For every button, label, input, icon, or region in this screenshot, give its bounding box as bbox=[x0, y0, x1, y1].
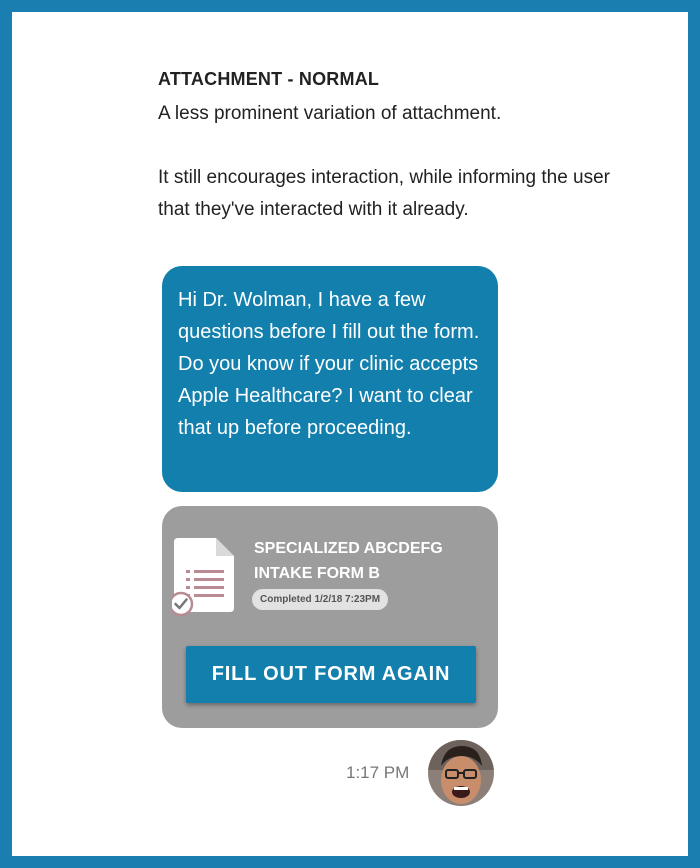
checkmark-icon bbox=[172, 591, 194, 617]
description-line-1: A less prominent variation of attachment… bbox=[158, 103, 502, 124]
section-description: A less prominent variation of attachment… bbox=[158, 98, 638, 226]
document-icon bbox=[172, 538, 234, 617]
avatar[interactable] bbox=[428, 740, 494, 806]
attachment-title: SPECIALIZED ABCDEFG INTAKE FORM B bbox=[254, 536, 484, 586]
message-bubble: Hi Dr. Wolman, I have a few questions be… bbox=[162, 266, 498, 492]
description-line-2: It still encourages interaction, while i… bbox=[158, 167, 611, 220]
attachment-card[interactable]: SPECIALIZED ABCDEFG INTAKE FORM B Comple… bbox=[162, 506, 498, 728]
fill-out-form-again-button[interactable]: FILL OUT FORM AGAIN bbox=[186, 646, 476, 703]
attachment-title-line-1: SPECIALIZED ABCDEFG bbox=[254, 540, 443, 557]
section-title: ATTACHMENT - NORMAL bbox=[158, 69, 380, 89]
status-badge: Completed 1/2/18 7:23PM bbox=[252, 589, 389, 610]
message-timestamp: 1:17 PM bbox=[346, 763, 410, 782]
attachment-title-line-2: INTAKE FORM B bbox=[254, 565, 380, 582]
screen-frame: ATTACHMENT - NORMAL A less prominent var… bbox=[12, 12, 688, 856]
